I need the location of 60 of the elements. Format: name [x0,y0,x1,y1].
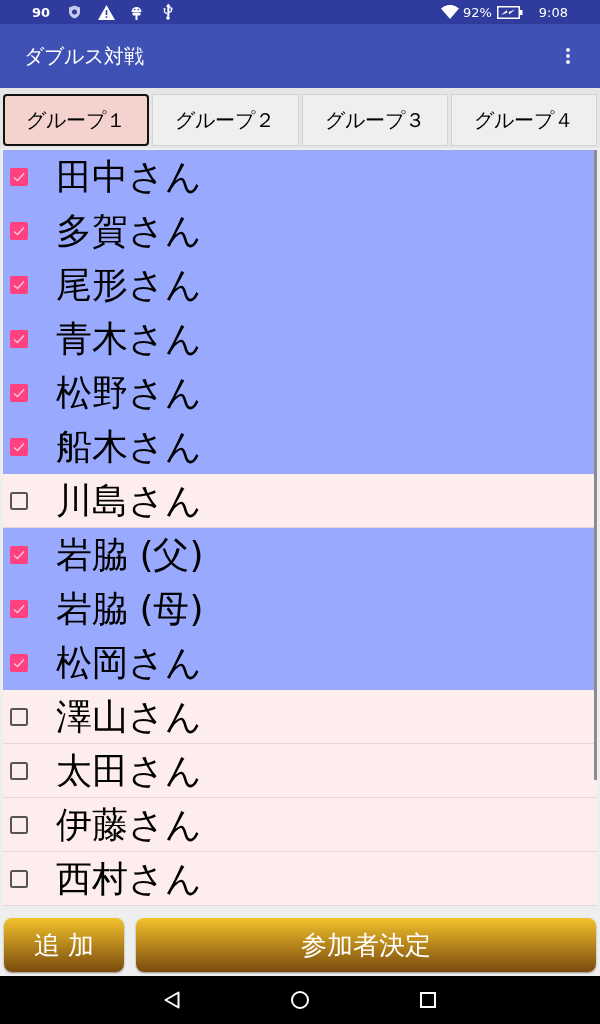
player-name: 尾形さん [56,267,202,303]
wifi-icon [440,5,459,19]
battery-percent: 92% [462,5,492,19]
player-name: 多賀さん [56,213,202,249]
player-row[interactable]: 田中さん [3,150,597,204]
group-tab[interactable]: グループ４ [450,94,597,146]
checkbox-checked-icon[interactable] [10,546,28,564]
player-name: 岩脇 (母) [56,591,204,627]
player-name: 澤山さん [56,698,202,735]
checkbox-empty-icon[interactable] [10,869,28,888]
player-row[interactable]: 太田さん [3,744,597,798]
player-name: 船木さん [56,429,202,465]
player-row[interactable]: 多賀さん [3,204,597,258]
player-row[interactable]: 松岡さん [3,636,597,690]
checkbox-empty-icon[interactable] [10,707,28,726]
player-row[interactable]: 川島さん [3,474,597,528]
checkbox-checked-icon[interactable] [10,222,28,240]
player-name: 川島さん [56,482,202,519]
player-row[interactable]: 船木さん [3,420,597,474]
recent-apps-icon[interactable] [420,992,436,1008]
checkbox-empty-icon[interactable] [10,815,28,834]
checkbox-checked-icon[interactable] [10,384,28,402]
player-row[interactable]: 澤山さん [3,690,597,744]
player-row[interactable]: 尾形さん [3,258,597,312]
group-tab[interactable]: グループ２ [152,94,299,146]
battery-charging-icon [496,5,523,19]
group-tab[interactable]: グループ１ [3,94,150,146]
player-row[interactable]: 岩脇 (母) [3,582,597,636]
checkbox-checked-icon[interactable] [10,654,28,672]
shield-icon [68,5,82,19]
checkbox-checked-icon[interactable] [10,600,28,618]
checkbox-checked-icon[interactable] [10,438,28,456]
warning-icon [98,4,116,20]
player-row[interactable]: 青木さん [3,312,597,366]
player-name: 松野さん [56,375,202,411]
android-icon [131,4,143,20]
player-row[interactable]: 松野さん [3,366,597,420]
checkbox-empty-icon[interactable] [10,761,28,780]
notification-count: 90 [32,5,51,19]
more-menu-icon[interactable] [566,48,570,64]
home-icon[interactable] [291,991,309,1009]
player-name: 田中さん [56,159,202,195]
player-name: 岩脇 (父) [56,537,204,573]
player-row[interactable]: 西村さん [3,852,597,906]
back-icon[interactable] [164,991,180,1009]
checkbox-checked-icon[interactable] [10,168,28,186]
player-row[interactable]: 岩脇 (父) [3,528,597,582]
checkbox-empty-icon[interactable] [10,491,28,510]
player-row[interactable]: 伊藤さん [3,798,597,852]
player-name: 松岡さん [56,645,202,681]
player-name: 西村さん [56,860,202,897]
player-name: 伊藤さん [56,806,202,843]
player-name: 青木さん [56,321,202,357]
clock: 9:08 [538,5,568,19]
group-tab[interactable]: グループ３ [301,94,448,146]
app-title: ダブルス対戦 [24,46,144,66]
checkbox-checked-icon[interactable] [10,276,28,294]
usb-icon [163,4,174,20]
checkbox-checked-icon[interactable] [10,330,28,348]
player-name: 太田さん [56,752,202,789]
